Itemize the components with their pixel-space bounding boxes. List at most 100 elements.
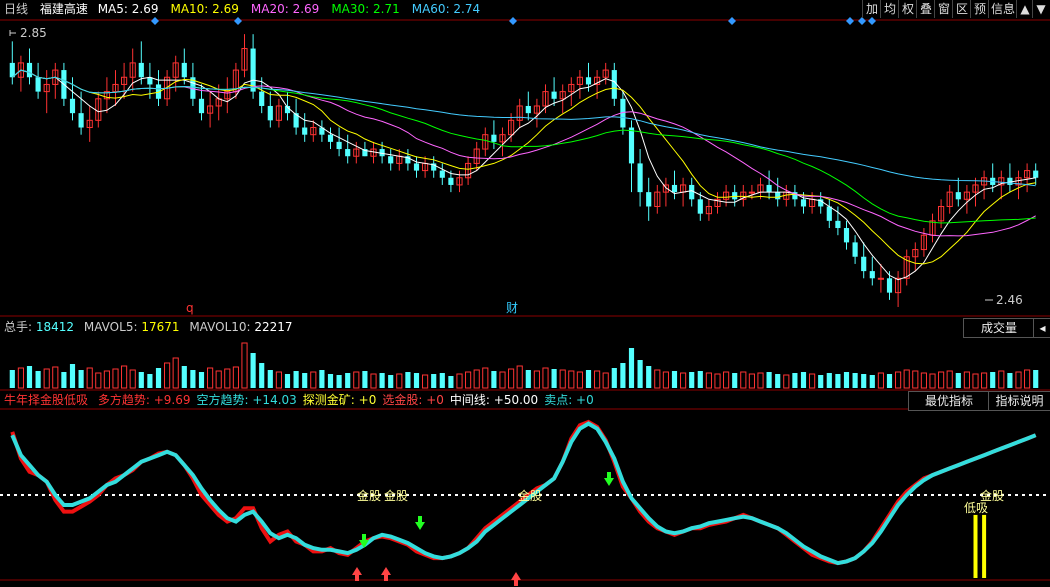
volume-bar (17, 367, 24, 389)
indicator-dropdown[interactable]: 成交量 (963, 318, 1034, 338)
candle-body (439, 170, 445, 178)
period-label[interactable]: 日线 (4, 2, 28, 16)
event-diamond (151, 17, 159, 25)
volume-value: 18412 (35, 320, 75, 334)
candle-body (448, 177, 454, 185)
candle-body (852, 242, 858, 257)
toolbar-button-4[interactable]: 窗 (934, 0, 953, 18)
mavol5-value: 17671 (141, 320, 180, 334)
volume-bar (147, 374, 153, 388)
indicator-help-button[interactable]: 指标说明 (988, 391, 1050, 411)
candle-body (886, 278, 893, 293)
volume-bar (852, 373, 858, 388)
volume-bar (895, 371, 902, 389)
toolbar-button-3[interactable]: 叠 (916, 0, 935, 18)
chart-canvas: 2.852.46q 财金股 金股 金股 金股低吸 (0, 17, 1050, 586)
volume-bar (250, 353, 256, 388)
volume-bar (362, 371, 368, 388)
candle-body (327, 134, 334, 142)
toolbar-button-7[interactable]: 信息 (988, 0, 1017, 18)
event-diamond (868, 17, 876, 25)
toolbar-button-0[interactable]: 加 (862, 0, 881, 18)
volume-bar (981, 372, 988, 389)
candle-body (345, 149, 351, 157)
volume-bar (1024, 369, 1031, 389)
ma-line (11, 69, 1036, 187)
volume-bar (662, 371, 669, 389)
toolbar-button-5[interactable]: 区 (952, 0, 971, 18)
candle-body (877, 277, 884, 280)
volume-bar (422, 374, 429, 389)
volume-bar (886, 374, 893, 388)
volume-bar (955, 373, 961, 388)
mavol10-label: MAVOL10 (189, 320, 247, 334)
event-diamond (846, 17, 854, 25)
best-indicator-button[interactable]: 最优指标 (908, 391, 989, 411)
volume-bar (473, 369, 480, 389)
indicator-legend-item: 中间线 (449, 393, 486, 407)
volume-bar (525, 370, 531, 388)
sell-arrow-icon (415, 516, 425, 530)
volume-bar (740, 371, 747, 389)
toolbar-button-8[interactable]: ▲ (1016, 0, 1033, 18)
volume-bar (783, 374, 790, 389)
candle-body (525, 105, 531, 114)
volume-bar (654, 369, 661, 389)
signal-label: 金股 (518, 488, 542, 503)
volume-bar (732, 373, 738, 388)
event-diamond (858, 17, 866, 25)
volume-bar (1033, 370, 1039, 388)
volume-bar (775, 374, 781, 388)
ma-legend-item: MA5: 2.69 (97, 2, 159, 16)
volume-bar (877, 372, 884, 389)
volume-bar (818, 375, 824, 388)
volume-bar (172, 357, 179, 389)
volume-bar (594, 370, 601, 389)
volume-bar (61, 372, 67, 388)
ma-line (11, 69, 1036, 224)
toolbar-button-1[interactable]: 均 (880, 0, 899, 18)
toolbar-button-9[interactable]: ▼ (1032, 0, 1049, 18)
volume-header: 总手: 18412 MAVOL5: 17671 MAVOL10: 22217 (4, 320, 293, 334)
volume-bar (439, 373, 445, 388)
ma-legend-item: MA20: 2.69 (250, 2, 320, 16)
indicator-legend: 多方趋势: +9.69 空方趋势: +14.03 探测金矿: +0 选金股: +0 中间… (92, 393, 594, 407)
volume-bar (628, 348, 635, 388)
volume-bar (938, 371, 945, 389)
ma-legend: MA5: 2.69 MA10: 2.69 MA20: 2.69 MA30: 2.71 M… (92, 2, 486, 16)
indicator-legend-item: 空方趋势 (196, 393, 245, 407)
volume-bar (800, 372, 807, 388)
volume-bar (43, 368, 50, 389)
volume-bar (998, 370, 1005, 389)
candle-body (843, 228, 850, 243)
indicator-legend-item: 探测金矿 (302, 393, 351, 407)
volume-bar (568, 370, 575, 389)
ma-legend-item: MA10: 2.69 (170, 2, 239, 16)
volume-label: 总手 (4, 320, 29, 334)
volume-bar (379, 373, 385, 388)
toolbar-button-2[interactable]: 权 (898, 0, 917, 18)
volume-bar (903, 369, 910, 389)
indicator-legend-item: 多方趋势 (97, 393, 146, 407)
indicator-header: 牛年择金股低吸 多方趋势: +9.69 空方趋势: +14.03 探测金矿: +0 选… (0, 391, 1050, 409)
candle-body (800, 199, 807, 207)
candle-body (869, 271, 875, 279)
volume-bar (929, 373, 936, 389)
volume-bar (611, 368, 617, 388)
volume-bar (95, 372, 102, 389)
event-diamond-markers[interactable] (151, 17, 876, 25)
indicator-legend-value: : +0 (350, 393, 377, 407)
collapse-toggle[interactable]: ◂ (1033, 318, 1050, 338)
indicator-legend-item: 卖点 (544, 393, 569, 407)
candle-body (26, 62, 33, 78)
volume-bars[interactable] (9, 342, 1039, 389)
signal-label: 金股 (357, 488, 381, 503)
candle-body (388, 156, 394, 164)
event-marker-q: q (186, 301, 194, 315)
candle-body (671, 184, 678, 193)
volume-bar (293, 371, 299, 388)
volume-bar (516, 365, 523, 389)
volume-bar (963, 371, 970, 389)
toolbar-button-6[interactable]: 预 (970, 0, 989, 18)
volume-bar (705, 372, 712, 389)
